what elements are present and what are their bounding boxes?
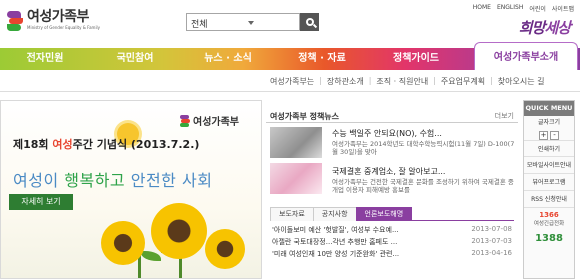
nav-item-participation[interactable]: 국민참여 <box>98 48 172 70</box>
nav-item-policy-guide[interactable]: 정책가이드 <box>378 48 454 70</box>
subnav-item-organization[interactable]: 조직 · 직원안내 <box>376 76 428 87</box>
news-thumbnail[interactable] <box>270 163 322 194</box>
search-icon <box>305 18 314 26</box>
tab-press-clarification[interactable]: 언론보도해명 <box>355 207 413 221</box>
banner-tagline: 여성이 행복하고 안전한 사회 <box>13 171 213 190</box>
news-item-desc: 여성가족부는 건전한 국제결혼 문화를 조성하기 위하여 국제결혼 중개업 이용… <box>332 178 514 194</box>
ministry-logo-icon <box>180 114 190 127</box>
news-item-title[interactable]: 수능 백일주 안되요(NO), 수험... <box>332 128 442 139</box>
site-logo[interactable]: 여성가족부 Ministry of Gender Equality & Fami… <box>7 10 100 31</box>
list-item[interactable]: '아이돌보미 예산 '헛발질', 여성부 수요예... 2013-07-08 <box>272 224 512 236</box>
nav-item-civil-service[interactable]: 전자민원 <box>10 48 80 70</box>
quick-menu: QUICK MENU 글자크기 + - 인쇄하기 모바일사이트안내 뷰어프로그램… <box>523 100 575 279</box>
list-item-text[interactable]: 아젤란 국토대장정...각년 추행만 홈페도 ... <box>272 237 397 247</box>
font-size-controls: + - <box>524 128 574 140</box>
mobile-site-link[interactable]: 모바일사이트안내 <box>524 157 574 174</box>
sunflower-icon <box>101 221 145 265</box>
banner-title: 제18회 여성주간 기념식 (2013.7.2.) <box>13 138 200 151</box>
hotline-number: 1366 <box>539 211 559 219</box>
slogan-logo: 희망세상 <box>518 19 571 37</box>
nav-item-about[interactable]: 여성가족부소개 <box>474 42 578 70</box>
subnav-item-work-plan[interactable]: 주요업무계획 <box>441 76 485 87</box>
logo-subtitle: Ministry of Gender Equality & Family <box>27 25 101 30</box>
banner-more-button[interactable]: 자세히 보기 <box>9 194 73 210</box>
font-size-label: 글자크기 <box>537 119 561 126</box>
news-more-link[interactable]: 더보기 <box>495 111 514 121</box>
news-tabs: 보도자료 공지사항 언론보도해명 <box>270 207 514 221</box>
rss-link[interactable]: RSS 신청안내 <box>524 191 574 208</box>
header: 여성가족부 Ministry of Gender Equality & Fami… <box>0 0 580 48</box>
quick-menu-title: QUICK MENU <box>524 101 574 116</box>
news-item-title[interactable]: 국제결혼 중계업소, 잘 알아보고... <box>332 166 445 177</box>
youth-1388-banner[interactable]: 1388 <box>527 233 571 244</box>
util-link-kids[interactable]: 어린이 <box>529 4 546 13</box>
hotline-label: 여성긴급전화 <box>533 221 565 227</box>
font-decrease-button[interactable]: - <box>550 131 559 140</box>
list-item[interactable]: '미래 여성인재 10만 양성 기준완화' 관련... 2013-04-16 <box>272 248 512 260</box>
list-item-date: 2013-04-16 <box>471 249 512 257</box>
list-item[interactable]: 아젤란 국토대장정...각년 추행만 홈페도 ... 2013-07-03 <box>272 236 512 248</box>
list-item-date: 2013-07-03 <box>471 237 512 245</box>
subnav-item-minister[interactable]: 장하관소개 <box>327 76 364 87</box>
tab-press-release[interactable]: 보도자료 <box>270 207 314 221</box>
news-item-desc: 여성가족부는 2014학년도 대학수학능력시험(11월 7일) D-100(7월… <box>332 140 515 156</box>
list-item-text[interactable]: '미래 여성인재 10만 양성 기준완화' 관련... <box>272 249 399 259</box>
chevron-down-icon <box>248 21 254 25</box>
sub-nav: 여성가족부는 | 장하관소개 | 조직 · 직원안내 | 주요업무계획 | 찾아오시는 … <box>0 70 580 92</box>
news-thumbnail[interactable] <box>270 127 322 158</box>
sunflower-icon <box>205 229 245 269</box>
viewer-program-link[interactable]: 뷰어프로그램 <box>524 174 574 191</box>
banner-logo: 여성가족부 <box>180 113 239 128</box>
logo-title: 여성가족부 <box>27 9 89 25</box>
policy-news-panel: 여성가족부 정책뉴스 더보기 수능 백일주 안되요(NO), 수험... 여성가… <box>266 100 518 279</box>
list-item-date: 2013-07-08 <box>471 225 512 233</box>
subnav-item-directions[interactable]: 찾아오시는 길 <box>498 76 545 87</box>
tab-notice[interactable]: 공지사항 <box>312 207 357 221</box>
leaf-icon <box>141 251 161 261</box>
search-button[interactable] <box>300 13 319 31</box>
util-link-english[interactable]: ENGLISH <box>497 4 523 13</box>
list-item-text[interactable]: '아이돌보미 예산 '헛발질', 여성부 수요예... <box>272 225 399 235</box>
news-heading: 여성가족부 정책뉴스 <box>270 112 340 121</box>
font-increase-button[interactable]: + <box>539 131 548 140</box>
main-nav: 전자민원 국민참여 뉴스 · 소식 정책 · 자료 정책가이드 여성가족부소개 <box>0 42 580 70</box>
util-link-home[interactable]: HOME <box>473 4 491 13</box>
search-scope-select[interactable]: 전체 <box>186 13 300 31</box>
nav-item-news[interactable]: 뉴스 · 소식 <box>190 48 266 70</box>
search-scope-value: 전체 <box>191 20 208 30</box>
ministry-logo-icon <box>7 10 23 31</box>
news-list: '아이돌보미 예산 '헛발질', 여성부 수요예... 2013-07-08 아… <box>272 224 512 260</box>
hotline-1366-banner[interactable]: 1366 여성긴급전화 <box>526 211 572 229</box>
util-link-sitemap[interactable]: 사이트맵 <box>552 4 574 13</box>
main-banner[interactable]: 여성가족부 제18회 여성주간 기념식 (2013.7.2.) 여성이 행복하고… <box>0 100 262 279</box>
print-button[interactable]: 인쇄하기 <box>524 140 574 157</box>
nav-item-policy-data[interactable]: 정책 · 자료 <box>284 48 360 70</box>
sunflower-icon <box>151 203 207 259</box>
utility-links: HOME ENGLISH 어린이 사이트맵 <box>473 4 574 13</box>
subnav-item-about[interactable]: 여성가족부는 <box>270 76 314 87</box>
